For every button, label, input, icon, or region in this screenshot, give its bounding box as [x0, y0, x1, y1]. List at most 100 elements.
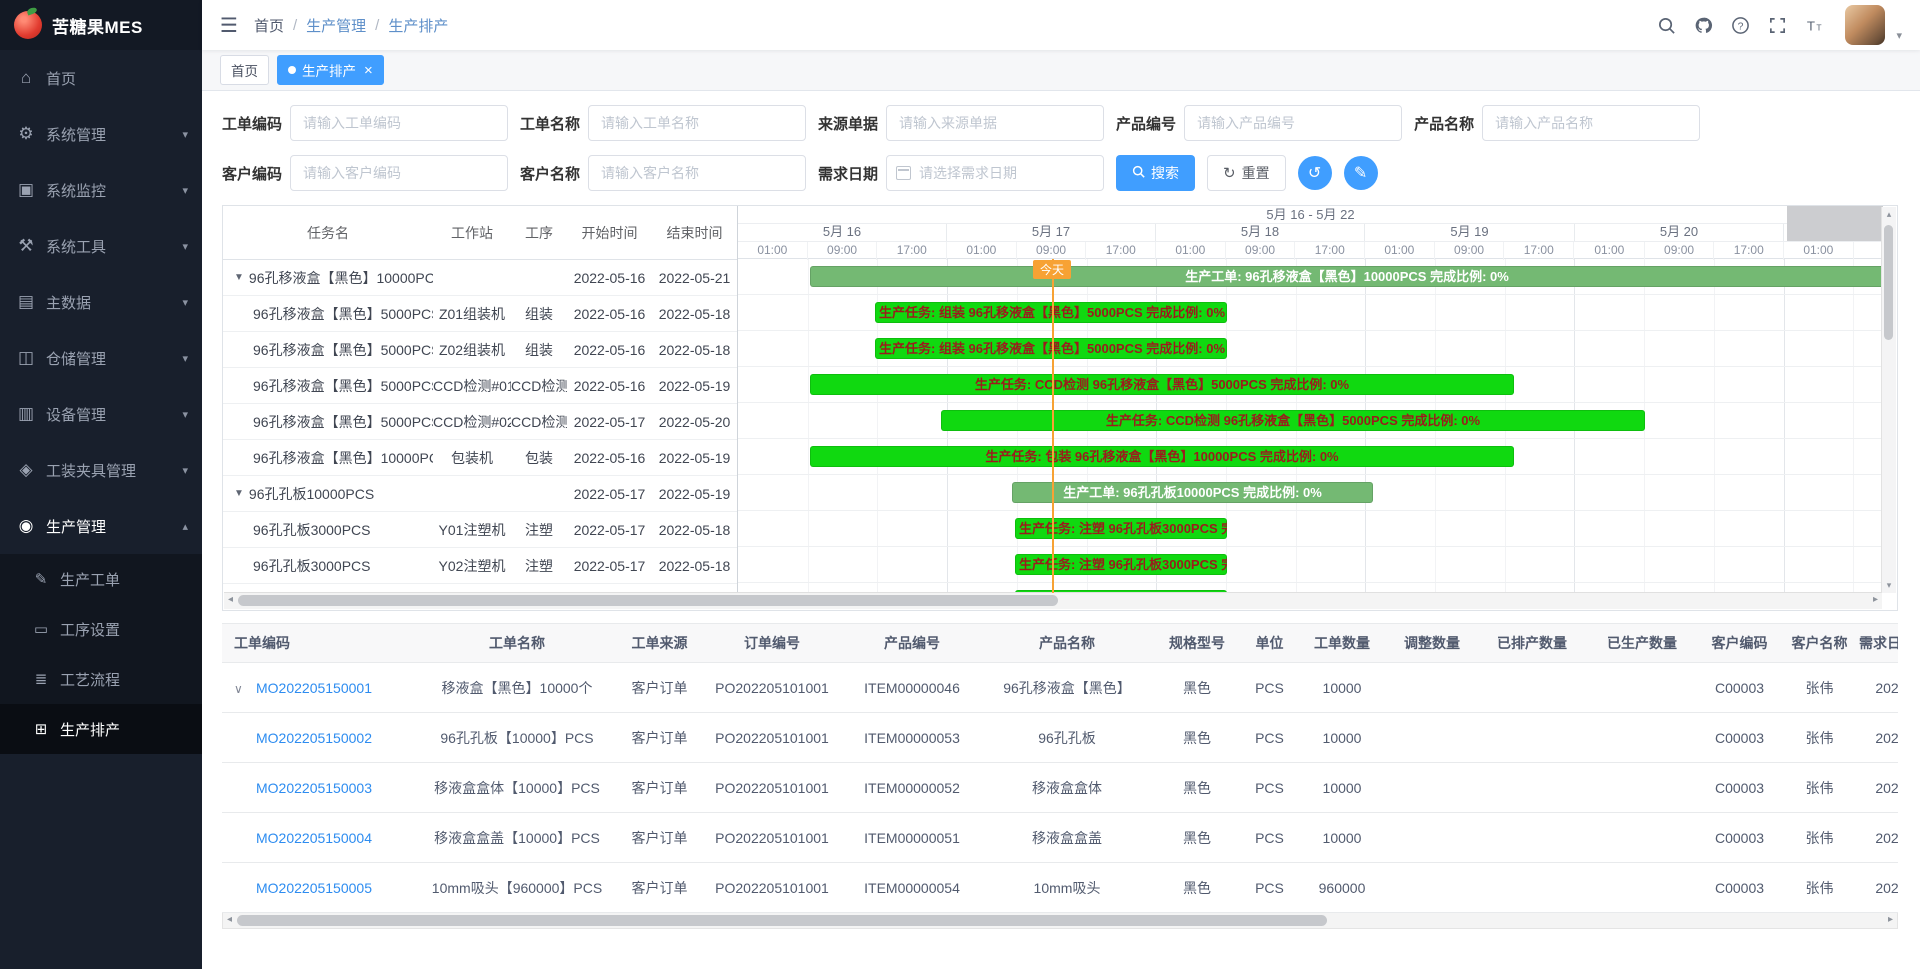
gantt-cell: Y02注塑机 [433, 556, 511, 576]
gantt-task-row[interactable]: 96孔移液盒【黑色】5000PCSCCD检测#02CCD检测2022-05-17… [223, 404, 737, 440]
search-button[interactable]: 搜索 [1116, 155, 1195, 191]
gantt-bar-task[interactable]: 生产任务: 组装 96孔移液盒【黑色】5000PCS 完成比例: 0% [875, 338, 1227, 359]
sidebar-item-equipment[interactable]: ▥设备管理▾ [0, 386, 202, 442]
production-icon: ◉ [14, 516, 38, 536]
orders-hscroll-thumb[interactable] [237, 915, 1327, 926]
sidebar-toggle-icon[interactable]: ☰ [220, 13, 238, 38]
scroll-right-icon[interactable]: ▸ [1888, 914, 1893, 925]
gantt-bar-task[interactable]: 生产任务: 注塑 96孔孔板3000PCS 完成比例: 0% [1015, 518, 1227, 539]
sidebar-subitem-process-flow[interactable]: ≣工艺流程 [0, 654, 202, 704]
gantt-bar-task[interactable]: 生产任务: CCD检测 96孔移液盒【黑色】5000PCS 完成比例: 0% [941, 410, 1645, 431]
gantt-bar-task[interactable]: 生产任务: 注塑 96孔孔板3000PCS 完成比例: 0% [1015, 554, 1227, 575]
filter-input-work-order-code[interactable] [290, 105, 508, 141]
expand-triangle-icon[interactable]: ▼ [234, 488, 244, 499]
gantt-bar-task[interactable]: 生产任务: 包装 96孔移液盒【黑色】10000PCS 完成比例: 0% [810, 446, 1514, 467]
row-expand-icon[interactable]: ∨ [234, 682, 256, 696]
sidebar-item-label: 生产管理 [46, 516, 106, 537]
order-code-link[interactable]: MO202205150003 [256, 780, 372, 796]
gantt-task-row[interactable]: 96孔移液盒【黑色】5000PCSZ02组装机组装2022-05-162022-… [223, 332, 737, 368]
filter-input-source-doc[interactable] [886, 105, 1104, 141]
breadcrumb-item[interactable]: 首页 [254, 15, 284, 36]
filter-label: 来源单据 [818, 113, 878, 134]
sidebar-item-warehouse[interactable]: ◫仓储管理▾ [0, 330, 202, 386]
expand-triangle-icon[interactable]: ▼ [234, 272, 244, 283]
orders-horizontal-scrollbar[interactable]: ◂ ▸ [222, 913, 1898, 929]
github-icon[interactable] [1693, 15, 1713, 35]
filter-input-product-code[interactable] [1184, 105, 1402, 141]
filter-input-product-name[interactable] [1482, 105, 1700, 141]
gantt-bar-task[interactable]: 生产任务: 组装 96孔移液盒【黑色】5000PCS 完成比例: 0% [875, 302, 1227, 323]
gantt-chart-row: 生产任务: 组装 96孔移液盒【黑色】5000PCS 完成比例: 0% [738, 295, 1883, 331]
user-menu-caret-icon[interactable]: ▾ [1896, 29, 1902, 45]
order-cell: 黑色 [1152, 828, 1242, 848]
user-avatar[interactable] [1845, 5, 1885, 45]
edit-button[interactable]: ✎ [1344, 156, 1378, 190]
scroll-up-icon[interactable]: ▴ [1882, 209, 1896, 220]
sidebar-subitem-label: 生产工单 [60, 569, 120, 590]
sidebar-item-master-data[interactable]: ▤主数据▾ [0, 274, 202, 330]
scroll-left-icon[interactable]: ◂ [227, 914, 232, 925]
filter-row-2-groups: 客户编码客户名称需求日期 [222, 155, 1116, 191]
gantt-task-row[interactable]: ▼96孔孔板10000PCS2022-05-172022-05-19 [223, 476, 737, 512]
sidebar-item-production[interactable]: ◉生产管理▴ [0, 498, 202, 554]
timeline-hour: 09:00 [1435, 242, 1505, 260]
filter-input-customer-name[interactable] [588, 155, 806, 191]
gantt-task-name: 96孔移液盒【黑色】5000PCS [223, 412, 433, 432]
timeline-day: 5月 17 [947, 224, 1156, 241]
sidebar-item-home[interactable]: ⌂首页 [0, 50, 202, 106]
font-size-icon[interactable]: TT [1804, 15, 1824, 35]
gantt-task-name: 96孔移液盒【黑色】5000PCS [223, 340, 433, 360]
gantt-task-row[interactable]: 96孔移液盒【黑色】5000PCSCCD检测#01CCD检测2022-05-16… [223, 368, 737, 404]
gantt-vscroll-thumb[interactable] [1884, 225, 1893, 340]
gantt-horizontal-scrollbar[interactable]: ◂ ▸ [224, 592, 1882, 609]
gantt-bar-order[interactable]: 生产工单: 96孔孔板10000PCS 完成比例: 0% [1012, 482, 1373, 503]
gantt-column-header: 工序 [511, 223, 567, 243]
gantt-task-row[interactable]: 96孔移液盒【黑色】10000PCS包装机包装2022-05-162022-05… [223, 440, 737, 476]
order-cell: 客户订单 [617, 778, 702, 798]
filter-input-demand-date[interactable] [886, 155, 1104, 191]
order-code-cell: ∨MO202205150001 [222, 680, 417, 696]
tab-首页[interactable]: 首页 [220, 55, 269, 85]
refresh-button[interactable]: ↺ [1298, 156, 1332, 190]
filter-input-customer-code[interactable] [290, 155, 508, 191]
sidebar-subitem-scheduling[interactable]: ⊞生产排产 [0, 704, 202, 754]
order-cell: 客户订单 [617, 728, 702, 748]
filter-work-order-code: 工单编码 [222, 105, 508, 141]
sidebar-item-fixtures[interactable]: ◈工装夹具管理▾ [0, 442, 202, 498]
order-code-link[interactable]: MO202205150001 [256, 680, 372, 696]
sidebar-subitem-process-setting[interactable]: ▭工序设置 [0, 604, 202, 654]
sidebar-subitem-work-order[interactable]: ✎生产工单 [0, 554, 202, 604]
scroll-down-icon[interactable]: ▾ [1882, 580, 1896, 591]
gantt-bar-task[interactable]: 生产任务: CCD检测 96孔移液盒【黑色】5000PCS 完成比例: 0% [810, 374, 1514, 395]
search-icon[interactable] [1656, 15, 1676, 35]
gantt-bar-order[interactable]: 生产工单: 96孔移液盒【黑色】10000PCS 完成比例: 0% [810, 266, 1883, 287]
gantt-hscroll-thumb[interactable] [238, 595, 1058, 606]
scroll-left-icon[interactable]: ◂ [228, 594, 233, 605]
fullscreen-icon[interactable] [1767, 15, 1787, 35]
gantt-task-row[interactable]: 96孔孔板3000PCSY01注塑机注塑2022-05-172022-05-18 [223, 512, 737, 548]
sidebar-item-system-monitor[interactable]: ▣系统监控▾ [0, 162, 202, 218]
gantt-cell: Z01组装机 [433, 304, 511, 324]
gantt-task-row[interactable]: 96孔移液盒【黑色】5000PCSZ01组装机组装2022-05-162022-… [223, 296, 737, 332]
tab-生产排产[interactable]: 生产排产× [277, 55, 384, 85]
gantt-vertical-scrollbar[interactable]: ▴ ▾ [1881, 207, 1896, 593]
filter-input-work-order-name[interactable] [588, 105, 806, 141]
tab-close-icon[interactable]: × [364, 63, 373, 78]
order-code-link[interactable]: MO202205150005 [256, 880, 372, 896]
breadcrumb-item[interactable]: 生产管理 [306, 15, 366, 36]
order-code-link[interactable]: MO202205150004 [256, 830, 372, 846]
order-cell: 张伟 [1782, 878, 1857, 898]
scroll-right-icon[interactable]: ▸ [1873, 594, 1878, 605]
help-icon[interactable]: ? [1730, 15, 1750, 35]
app-logo-row[interactable]: 苦糖果MES [0, 0, 202, 50]
search-button-icon [1132, 165, 1145, 181]
sidebar-item-system-admin[interactable]: ⚙系统管理▾ [0, 106, 202, 162]
order-cell: 10mm吸头 [982, 878, 1152, 898]
gantt-task-row[interactable]: 96孔孔板3000PCSY02注塑机注塑2022-05-172022-05-18 [223, 548, 737, 584]
order-cell: C00003 [1697, 830, 1782, 846]
order-code-link[interactable]: MO202205150002 [256, 730, 372, 746]
gantt-task-row[interactable]: ▼96孔移液盒【黑色】10000PCS2022-05-162022-05-21 [223, 260, 737, 296]
reset-button[interactable]: ↻ 重置 [1207, 155, 1286, 191]
gantt-cell: 2022-05-20 [652, 414, 737, 430]
sidebar-item-system-tools[interactable]: ⚒系统工具▾ [0, 218, 202, 274]
